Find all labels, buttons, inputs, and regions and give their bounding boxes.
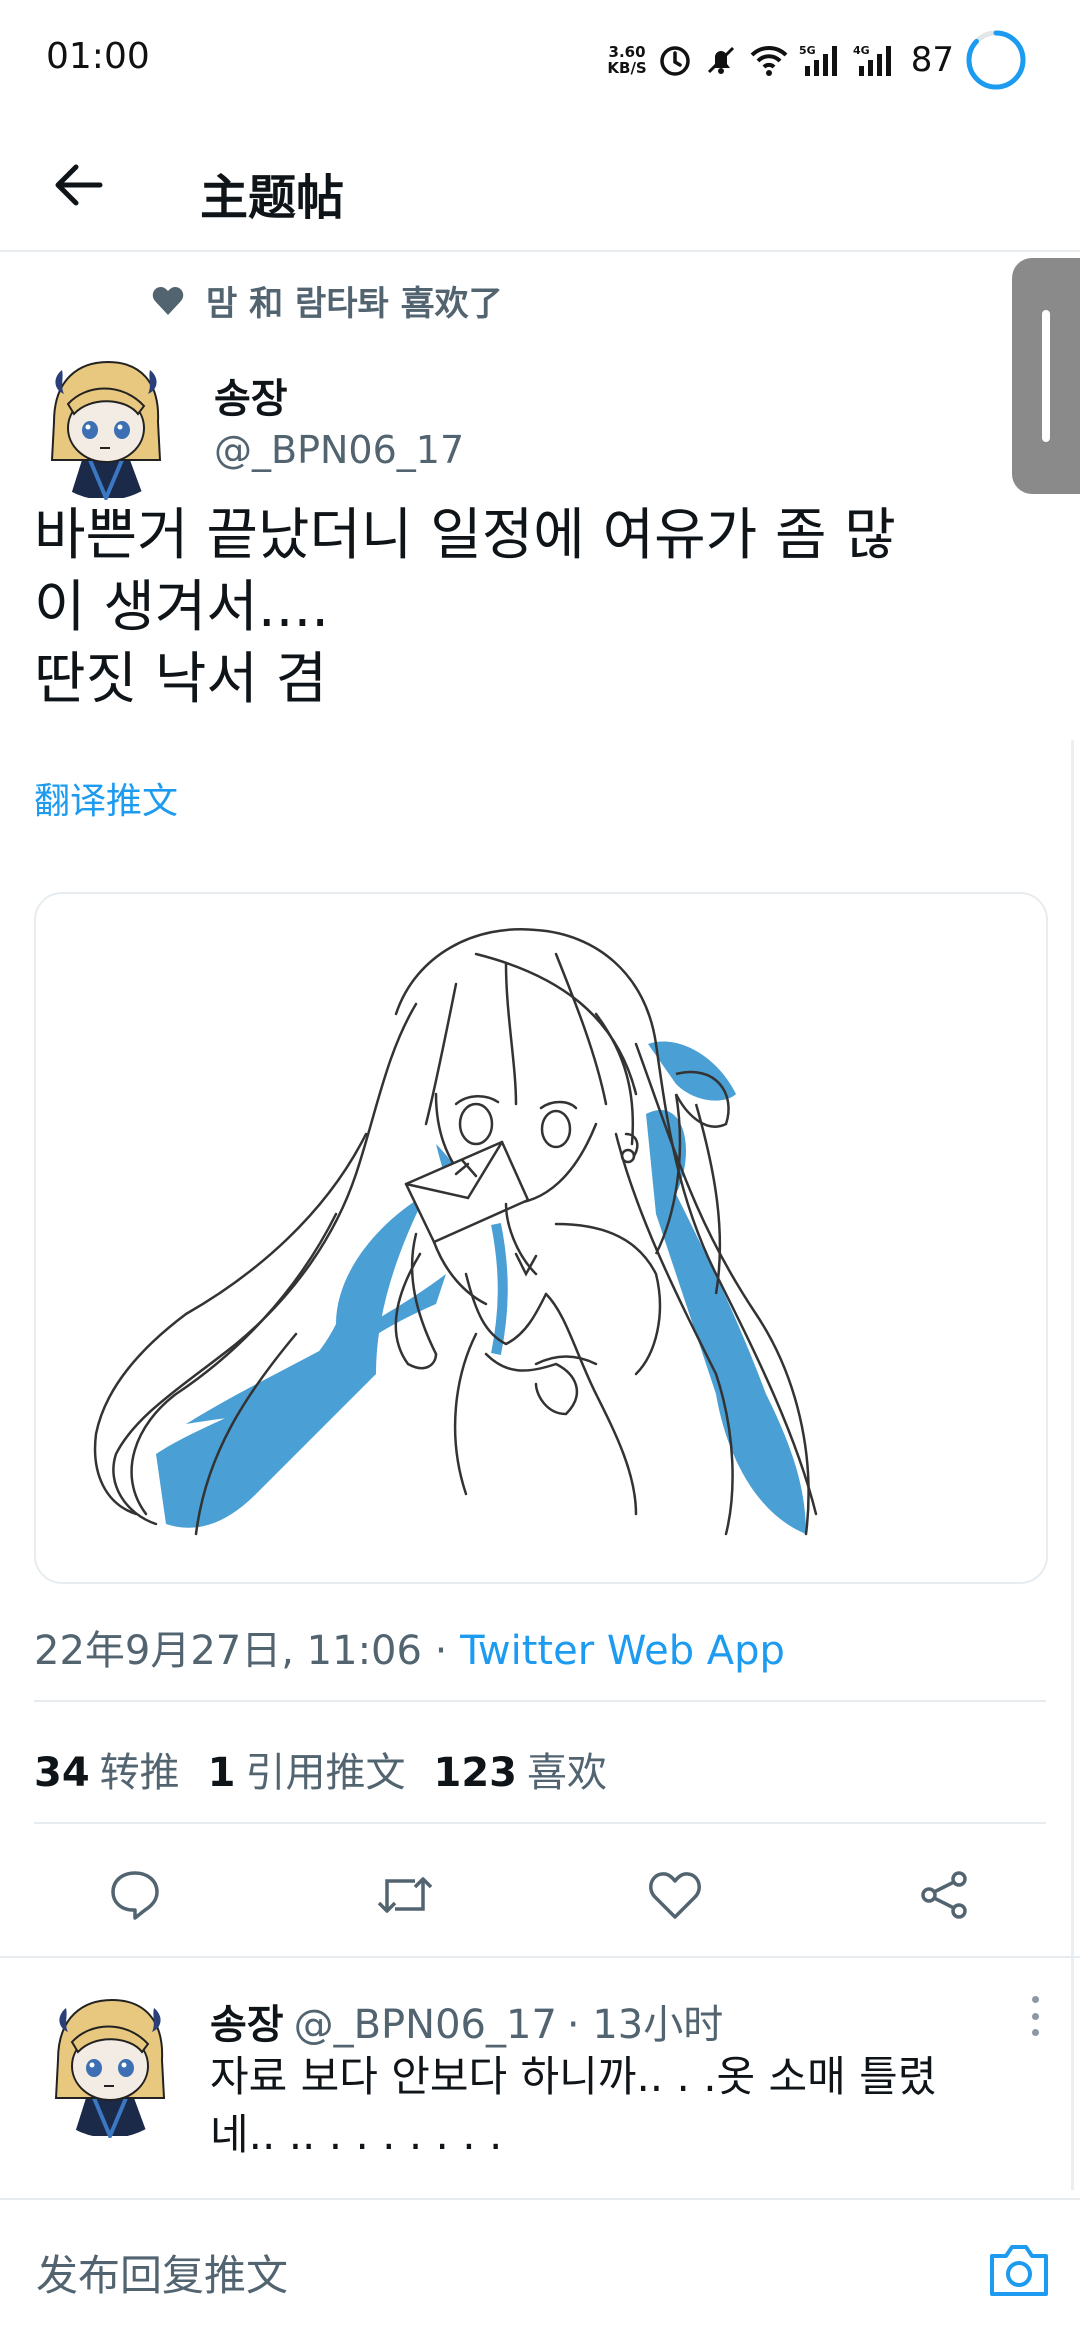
reply-header: 송장 @_BPN06_17 · 13小时 [210,1992,723,2050]
battery-level: 87 [910,40,954,80]
dot [1031,1996,1039,2003]
fast-scroll-handle[interactable] [1012,258,1080,494]
status-icons: 3.60 KB/S 5G 4G 87 [607,24,1028,96]
like-button[interactable] [640,1860,710,1930]
net-speed-unit: KB/S [607,59,647,77]
social-context[interactable]: 맘 和 람타톼 喜欢了 [152,276,503,325]
divider [34,1822,1046,1824]
translate-tweet-link[interactable]: 翻译推文 [34,772,178,824]
retweets-count: 34 [34,1750,90,1796]
quotes-count: 1 [207,1750,236,1796]
tweet-timestamp: 22年9月27日, 11:06 · [34,1628,461,1674]
reply-time: · 13小时 [566,2002,724,2048]
app-bar: 主题帖 [0,120,1080,252]
reply-compose-bar[interactable]: 发布回复推文 [0,2198,1080,2342]
retweet-icon [377,1877,433,1913]
wifi-icon [749,43,789,77]
tweet-stats: 34 转推 1 引用推文 123 喜欢 [34,1740,607,1798]
tweet-media-image[interactable] [34,892,1048,1584]
back-button[interactable] [44,150,114,220]
tweet-meta: 22年9月27日, 11:06 · Twitter Web App [34,1618,785,1676]
dot [1031,2012,1039,2020]
battery-ring-icon [964,28,1028,92]
quotes-label: 引用推文 [245,1750,406,1796]
signal2-label: 4G [853,44,870,57]
alarm-icon [657,42,693,78]
retweet-button[interactable] [370,1860,440,1930]
scroll-grip [1042,310,1050,442]
status-time: 01:00 [46,36,150,77]
tweet-actions [0,1840,1080,1950]
author-handle[interactable]: @_BPN06_17 [214,428,464,472]
share-icon [921,1871,967,1919]
likes-count: 123 [433,1750,518,1796]
source-app-link[interactable]: Twitter Web App [460,1628,785,1674]
tweet-text: 바쁜거 끝났더니 일정에 여유가 좀 많 이 생겨서.... 딴짓 낙서 겸 [34,503,896,712]
retweets-stat[interactable]: 34 转推 [34,1740,180,1798]
signal-5g-icon: 5G [799,42,843,78]
reply-button[interactable] [100,1860,170,1930]
likes-label: 喜欢 [527,1750,608,1796]
signal1-label: 5G [799,44,816,57]
reply-author-handle[interactable]: @_BPN06_17 [294,2002,557,2048]
camera-icon [990,2245,1048,2296]
signal-4g-icon: 4G [853,42,897,78]
avatar-illustration [34,1986,186,2138]
likes-stat[interactable]: 123 喜欢 [434,1740,608,1798]
status-bar: 01:00 3.60 KB/S 5G 4G 87 [0,0,1080,120]
more-options-button[interactable] [1020,1996,1050,2036]
share-button[interactable] [910,1860,980,1930]
reply-icon [111,1871,159,1920]
page-title: 主题帖 [200,170,345,226]
author-avatar[interactable] [30,348,182,500]
arrow-left-icon [55,164,103,206]
avatar-illustration [30,348,182,500]
author-name[interactable]: 송장 [214,366,288,424]
dot [1031,2029,1039,2036]
net-speed: 3.60 KB/S [607,44,646,76]
mute-bell-icon [703,42,739,78]
heart-icon [152,286,184,315]
reply-text: 자료 보다 안보다 하니까.. . .옷 소매 틀렸 네.. .. . . . … [210,2052,937,2159]
quotes-stat[interactable]: 1 引用推文 [208,1740,406,1798]
reply-author-avatar[interactable] [34,1986,186,2138]
divider [34,1700,1046,1702]
social-context-text: 맘 和 람타톼 喜欢了 [206,284,503,324]
heart-outline-icon [649,1872,701,1919]
net-speed-value: 3.60 [608,43,646,61]
sketch-illustration [93,928,818,1536]
scroll-track [1071,740,1074,2190]
camera-button[interactable] [986,2240,1052,2300]
retweets-label: 转推 [99,1750,180,1796]
reply-author-name[interactable]: 송장 [210,1992,284,2050]
divider [0,1956,1080,1958]
reply-input-placeholder[interactable]: 发布回复推文 [36,2242,288,2303]
